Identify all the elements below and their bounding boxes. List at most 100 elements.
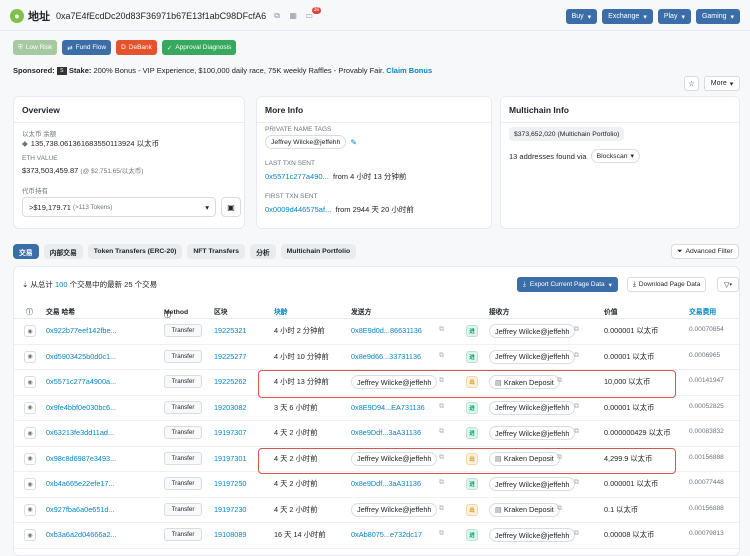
claim-bonus-link[interactable]: Claim Bonus	[386, 66, 432, 75]
filter-dropdown[interactable]: ▽ ▾	[717, 277, 739, 292]
from-address-link[interactable]: 0x8e9Ddf...3aA31136	[351, 479, 421, 488]
copy-icon[interactable]: ⧉	[439, 428, 444, 436]
tx-hash-link[interactable]: 0x5571c277a4900a...	[46, 377, 116, 386]
blockscan-dropdown[interactable]: Blockscan ▾	[590, 149, 640, 163]
to-address-tag[interactable]: Jeffrey Wilcke@jeffehh	[489, 349, 576, 364]
debank-icon: D	[121, 44, 126, 51]
chevron-down-icon: ▾	[587, 13, 592, 21]
from-address-link[interactable]: 0xAb8075...e732dc17	[351, 530, 422, 539]
copy-icon[interactable]: ⧉	[439, 403, 444, 411]
buy-button[interactable]: Buy ▾	[565, 9, 598, 24]
copy-icon[interactable]: ⧉	[272, 11, 282, 21]
advanced-filter-button[interactable]: ⏷ Advanced Filter	[671, 244, 739, 259]
copy-icon[interactable]: ⧉	[439, 479, 444, 487]
edit-icon[interactable]: ✎	[350, 138, 357, 147]
chevron-down-icon: ▾	[730, 13, 734, 21]
copy-icon[interactable]: ⧉	[574, 479, 579, 487]
copy-icon[interactable]: ⧉	[574, 428, 579, 436]
more-info-card: More Info PRIVATE NAME TAGS Jeffrey Wilc…	[256, 96, 492, 229]
eye-icon[interactable]: ◉	[24, 529, 36, 541]
exchange-button[interactable]: Exchange ▾	[602, 9, 653, 24]
tx-hash-link[interactable]: 0xd5903425b0d0c1...	[46, 352, 116, 361]
sort-icon: ⇣	[22, 280, 29, 289]
tx-hash-link[interactable]: 0x922b77eef142fbe...	[46, 326, 117, 335]
gaming-button[interactable]: Gaming ▾	[695, 9, 740, 24]
download-page-data-button[interactable]: ⤓ Download Page Data	[627, 277, 707, 292]
export-button[interactable]: ⤓ Export Current Page Data ▾	[517, 277, 618, 292]
block-link[interactable]: 19225262	[214, 377, 246, 386]
tx-hash-link[interactable]: 0x927fba6a0e651d...	[46, 505, 115, 514]
tx-hash-link[interactable]: 0x9fe4bbf0e030bc6...	[46, 403, 116, 412]
tx-hash-link[interactable]: 0xb4a665e22efe17...	[46, 479, 115, 488]
fee-text: 0.00052825	[689, 402, 724, 410]
tab-nft-transfers[interactable]: NFT Transfers	[187, 244, 246, 259]
to-address-tag[interactable]: Jeffrey Wilcke@jeffehh	[489, 400, 576, 415]
multichain-portfolio-value[interactable]: $373,652,020 (Multichain Portfolio)	[509, 127, 625, 141]
debank-tag[interactable]: D DeBank	[116, 40, 157, 55]
fee-text: 0.0006965	[689, 351, 721, 359]
block-link[interactable]: 19203082	[214, 403, 246, 412]
value-text: 0.00008 以太币	[604, 530, 655, 539]
col-age[interactable]: 块龄	[274, 306, 288, 316]
from-address-link[interactable]: 0x8E9d0d...86631136	[351, 326, 422, 335]
copy-icon[interactable]: ⧉	[439, 505, 444, 513]
copy-icon[interactable]: ⧉	[439, 530, 444, 538]
block-link[interactable]: 19108089	[214, 530, 246, 539]
eye-icon[interactable]: ◉	[24, 401, 36, 414]
to-address-tag[interactable]: Jeffrey Wilcke@jeffehh	[489, 324, 576, 338]
to-address-tag[interactable]: Jeffrey Wilcke@jeffehh	[489, 426, 576, 440]
block-link[interactable]: 19197230	[214, 505, 246, 514]
from-address-link[interactable]: 0x8e9d66...33731136	[351, 352, 421, 361]
copy-icon[interactable]: ⧉	[439, 352, 444, 360]
copy-icon[interactable]: ⧉	[574, 403, 579, 411]
to-address-tag[interactable]: ▤ Kraken Deposit	[489, 502, 560, 517]
method-badge: Transfer	[164, 528, 202, 541]
block-link[interactable]: 19197307	[214, 428, 246, 437]
low-risk-tag[interactable]: ⛨ Low Risk	[13, 40, 58, 55]
to-address-tag[interactable]: Jeffrey Wilcke@jeffehh	[489, 477, 576, 491]
from-address-tag[interactable]: Jeffrey Wilcke@jeffehh	[351, 502, 438, 517]
eye-icon[interactable]: ◉	[24, 478, 36, 490]
tab-analytics[interactable]: 分析	[250, 244, 276, 259]
tx-hash-link[interactable]: 0x98c8d6987e3493...	[46, 454, 116, 463]
more-button[interactable]: More ▾	[704, 76, 740, 91]
approval-diagnosis-tag[interactable]: ✓ Approval Diagnosis	[161, 40, 237, 55]
tx-hash-link[interactable]: 0xb3a6a2d04666a2...	[46, 530, 117, 539]
block-link[interactable]: 19197301	[214, 454, 246, 463]
from-address-link[interactable]: 0x8E9D94...EA731136	[351, 403, 425, 412]
eye-icon[interactable]: ◉	[24, 350, 36, 363]
fund-flow-tag[interactable]: ⇄ Fund Flow	[62, 40, 112, 55]
comment-icon[interactable]: ▭ 36	[304, 7, 322, 21]
private-name-tag[interactable]: Jeffrey Wilcke@jeffehh	[265, 135, 347, 149]
eye-icon[interactable]: ◉	[24, 452, 36, 465]
copy-icon[interactable]: ⧉	[574, 530, 579, 538]
eye-icon[interactable]: ◉	[24, 325, 36, 337]
eye-icon[interactable]: ◉	[24, 503, 36, 516]
from-address-link[interactable]: 0x8e9Ddf...3aA31136	[351, 428, 421, 437]
tab-transactions[interactable]: 交易	[13, 244, 39, 259]
wallet-button[interactable]: ▣	[221, 197, 241, 217]
col-fee[interactable]: 交易费用	[689, 306, 716, 316]
qr-code-icon[interactable]: ▦	[288, 11, 298, 21]
copy-icon[interactable]: ⧉	[439, 326, 444, 334]
block-link[interactable]: 19225277	[214, 352, 246, 361]
table-row: ◉ 0x63213fe3dd11ad... Transfer 19197307 4 天 …	[14, 422, 739, 447]
method-badge: Transfer	[164, 451, 202, 465]
tab-internal-transactions[interactable]: 内部交易	[43, 244, 83, 259]
copy-icon[interactable]: ⧉	[557, 505, 562, 513]
copy-icon[interactable]: ⧉	[574, 352, 579, 360]
token-holdings-dropdown[interactable]: >$19,179.71 (>113 Tokens) ▾	[22, 197, 216, 217]
play-button[interactable]: Play ▾	[657, 9, 691, 24]
block-link[interactable]: 19197250	[214, 479, 246, 488]
copy-icon[interactable]: ⧉	[574, 326, 579, 334]
block-link[interactable]: 19225321	[214, 326, 246, 335]
tab-token-transfers[interactable]: Token Transfers (ERC-20)	[87, 244, 183, 259]
transactions-table: ⇣ 从总计 100 个交易中的最新 25 个交易 ⤓ Export Current…	[13, 266, 740, 556]
tab-multichain-portfolio[interactable]: Multichain Portfolio	[280, 244, 357, 259]
to-address-tag[interactable]: Jeffrey Wilcke@jeffehh	[489, 528, 576, 542]
direction-badge: 进	[466, 401, 478, 414]
eye-icon[interactable]: ◉	[24, 427, 36, 439]
eye-icon[interactable]: ◉	[24, 376, 36, 388]
tx-hash-link[interactable]: 0x63213fe3dd11ad...	[46, 428, 114, 437]
star-button[interactable]: ☆	[684, 76, 699, 91]
